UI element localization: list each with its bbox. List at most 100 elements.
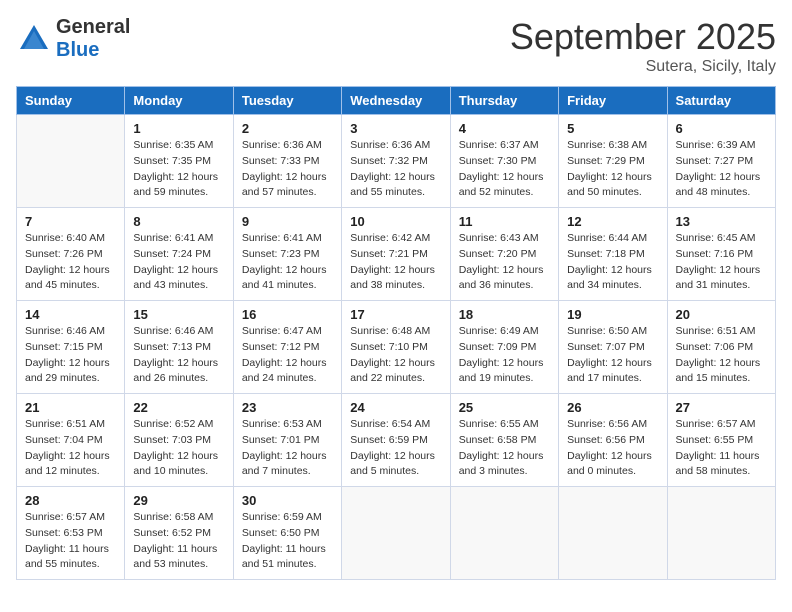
day-info: Sunrise: 6:54 AM Sunset: 6:59 PM Dayligh… <box>350 417 441 480</box>
day-number: 11 <box>459 214 550 229</box>
calendar-table: SundayMondayTuesdayWednesdayThursdayFrid… <box>16 86 776 580</box>
calendar-week-4: 21 Sunrise: 6:51 AM Sunset: 7:04 PM Dayli… <box>17 394 776 487</box>
calendar-cell: 4 Sunrise: 6:37 AM Sunset: 7:30 PM Daylig… <box>450 115 558 208</box>
logo-blue: Blue <box>56 39 99 61</box>
calendar-cell: 15 Sunrise: 6:46 AM Sunset: 7:13 PM Dayli… <box>125 301 233 394</box>
day-number: 19 <box>567 307 658 322</box>
day-number: 9 <box>242 214 333 229</box>
column-header-friday: Friday <box>559 87 667 115</box>
calendar-cell: 20Sunrise: 6:51 AM Sunset: 7:06 PM Dayli… <box>667 301 775 394</box>
day-info: Sunrise: 6:43 AM Sunset: 7:20 PM Dayligh… <box>459 231 550 294</box>
day-info: Sunrise: 6:46 AM Sunset: 7:13 PM Dayligh… <box>133 324 224 387</box>
calendar-cell: 24 Sunrise: 6:54 AM Sunset: 6:59 PM Dayli… <box>342 394 450 487</box>
calendar-cell: 25 Sunrise: 6:55 AM Sunset: 6:58 PM Dayli… <box>450 394 558 487</box>
calendar-week-2: 7 Sunrise: 6:40 AM Sunset: 7:26 PM Daylig… <box>17 208 776 301</box>
column-header-sunday: Sunday <box>17 87 125 115</box>
calendar-cell: 3 Sunrise: 6:36 AM Sunset: 7:32 PM Daylig… <box>342 115 450 208</box>
day-info: Sunrise: 6:51 AM Sunset: 7:04 PM Dayligh… <box>25 417 116 480</box>
calendar-cell: 7 Sunrise: 6:40 AM Sunset: 7:26 PM Daylig… <box>17 208 125 301</box>
day-number: 10 <box>350 214 441 229</box>
day-info: Sunrise: 6:42 AM Sunset: 7:21 PM Dayligh… <box>350 231 441 294</box>
day-info: Sunrise: 6:53 AM Sunset: 7:01 PM Dayligh… <box>242 417 333 480</box>
calendar-cell: 26Sunrise: 6:56 AM Sunset: 6:56 PM Dayli… <box>559 394 667 487</box>
calendar-cell: 14 Sunrise: 6:46 AM Sunset: 7:15 PM Dayli… <box>17 301 125 394</box>
calendar-cell: 8Sunrise: 6:41 AM Sunset: 7:24 PM Daylig… <box>125 208 233 301</box>
day-info: Sunrise: 6:40 AM Sunset: 7:26 PM Dayligh… <box>25 231 116 294</box>
day-info: Sunrise: 6:49 AM Sunset: 7:09 PM Dayligh… <box>459 324 550 387</box>
logo-icon <box>16 21 52 57</box>
day-info: Sunrise: 6:41 AM Sunset: 7:24 PM Dayligh… <box>133 231 224 294</box>
day-number: 14 <box>25 307 116 322</box>
day-number: 17 <box>350 307 441 322</box>
day-info: Sunrise: 6:44 AM Sunset: 7:18 PM Dayligh… <box>567 231 658 294</box>
day-info: Sunrise: 6:50 AM Sunset: 7:07 PM Dayligh… <box>567 324 658 387</box>
day-number: 5 <box>567 121 658 136</box>
title-area: September 2025 Sutera, Sicily, Italy <box>510 16 776 76</box>
day-number: 24 <box>350 400 441 415</box>
day-number: 6 <box>676 121 767 136</box>
calendar-header-row: SundayMondayTuesdayWednesdayThursdayFrid… <box>17 87 776 115</box>
day-info: Sunrise: 6:57 AM Sunset: 6:53 PM Dayligh… <box>25 510 116 573</box>
day-info: Sunrise: 6:52 AM Sunset: 7:03 PM Dayligh… <box>133 417 224 480</box>
day-number: 28 <box>25 493 116 508</box>
day-number: 16 <box>242 307 333 322</box>
calendar-cell: 1 Sunrise: 6:35 AM Sunset: 7:35 PM Daylig… <box>125 115 233 208</box>
day-number: 30 <box>242 493 333 508</box>
month-title: September 2025 <box>510 16 776 58</box>
day-number: 15 <box>133 307 224 322</box>
day-number: 21 <box>25 400 116 415</box>
column-header-saturday: Saturday <box>667 87 775 115</box>
calendar-cell: 28 Sunrise: 6:57 AM Sunset: 6:53 PM Dayli… <box>17 487 125 580</box>
day-info: Sunrise: 6:51 AM Sunset: 7:06 PM Dayligh… <box>676 324 767 387</box>
calendar-cell: 29 Sunrise: 6:58 AM Sunset: 6:52 PM Dayli… <box>125 487 233 580</box>
calendar-week-1: 1 Sunrise: 6:35 AM Sunset: 7:35 PM Daylig… <box>17 115 776 208</box>
day-number: 13 <box>676 214 767 229</box>
day-info: Sunrise: 6:58 AM Sunset: 6:52 PM Dayligh… <box>133 510 224 573</box>
calendar-cell: 22 Sunrise: 6:52 AM Sunset: 7:03 PM Dayli… <box>125 394 233 487</box>
column-header-monday: Monday <box>125 87 233 115</box>
logo-general: General <box>56 16 130 38</box>
day-number: 25 <box>459 400 550 415</box>
day-info: Sunrise: 6:36 AM Sunset: 7:33 PM Dayligh… <box>242 138 333 201</box>
day-number: 27 <box>676 400 767 415</box>
day-info: Sunrise: 6:36 AM Sunset: 7:32 PM Dayligh… <box>350 138 441 201</box>
column-header-thursday: Thursday <box>450 87 558 115</box>
day-number: 3 <box>350 121 441 136</box>
day-info: Sunrise: 6:47 AM Sunset: 7:12 PM Dayligh… <box>242 324 333 387</box>
day-info: Sunrise: 6:55 AM Sunset: 6:58 PM Dayligh… <box>459 417 550 480</box>
calendar-cell: 12Sunrise: 6:44 AM Sunset: 7:18 PM Dayli… <box>559 208 667 301</box>
column-header-tuesday: Tuesday <box>233 87 341 115</box>
day-number: 1 <box>133 121 224 136</box>
day-number: 22 <box>133 400 224 415</box>
calendar-cell: 2 Sunrise: 6:36 AM Sunset: 7:33 PM Daylig… <box>233 115 341 208</box>
day-info: Sunrise: 6:57 AM Sunset: 6:55 PM Dayligh… <box>676 417 767 480</box>
day-info: Sunrise: 6:59 AM Sunset: 6:50 PM Dayligh… <box>242 510 333 573</box>
day-number: 4 <box>459 121 550 136</box>
calendar-cell <box>450 487 558 580</box>
day-number: 2 <box>242 121 333 136</box>
day-number: 18 <box>459 307 550 322</box>
calendar-cell <box>559 487 667 580</box>
calendar-week-5: 28 Sunrise: 6:57 AM Sunset: 6:53 PM Dayli… <box>17 487 776 580</box>
day-info: Sunrise: 6:48 AM Sunset: 7:10 PM Dayligh… <box>350 324 441 387</box>
column-header-wednesday: Wednesday <box>342 87 450 115</box>
calendar-cell <box>342 487 450 580</box>
calendar-week-3: 14 Sunrise: 6:46 AM Sunset: 7:15 PM Dayli… <box>17 301 776 394</box>
day-info: Sunrise: 6:45 AM Sunset: 7:16 PM Dayligh… <box>676 231 767 294</box>
page-header: General Blue September 2025 Sutera, Sici… <box>16 16 776 76</box>
calendar-cell: 13 Sunrise: 6:45 AM Sunset: 7:16 PM Dayli… <box>667 208 775 301</box>
calendar-cell: 17 Sunrise: 6:48 AM Sunset: 7:10 PM Dayli… <box>342 301 450 394</box>
day-info: Sunrise: 6:37 AM Sunset: 7:30 PM Dayligh… <box>459 138 550 201</box>
day-number: 29 <box>133 493 224 508</box>
day-number: 7 <box>25 214 116 229</box>
calendar-cell: 5 Sunrise: 6:38 AM Sunset: 7:29 PM Daylig… <box>559 115 667 208</box>
calendar-cell: 19 Sunrise: 6:50 AM Sunset: 7:07 PM Dayli… <box>559 301 667 394</box>
day-info: Sunrise: 6:39 AM Sunset: 7:27 PM Dayligh… <box>676 138 767 201</box>
calendar-cell: 10 Sunrise: 6:42 AM Sunset: 7:21 PM Dayli… <box>342 208 450 301</box>
day-info: Sunrise: 6:35 AM Sunset: 7:35 PM Dayligh… <box>133 138 224 201</box>
calendar-cell: 30 Sunrise: 6:59 AM Sunset: 6:50 PM Dayli… <box>233 487 341 580</box>
day-info: Sunrise: 6:46 AM Sunset: 7:15 PM Dayligh… <box>25 324 116 387</box>
calendar-cell: 11 Sunrise: 6:43 AM Sunset: 7:20 PM Dayli… <box>450 208 558 301</box>
calendar-cell: 18 Sunrise: 6:49 AM Sunset: 7:09 PM Dayli… <box>450 301 558 394</box>
day-info: Sunrise: 6:38 AM Sunset: 7:29 PM Dayligh… <box>567 138 658 201</box>
